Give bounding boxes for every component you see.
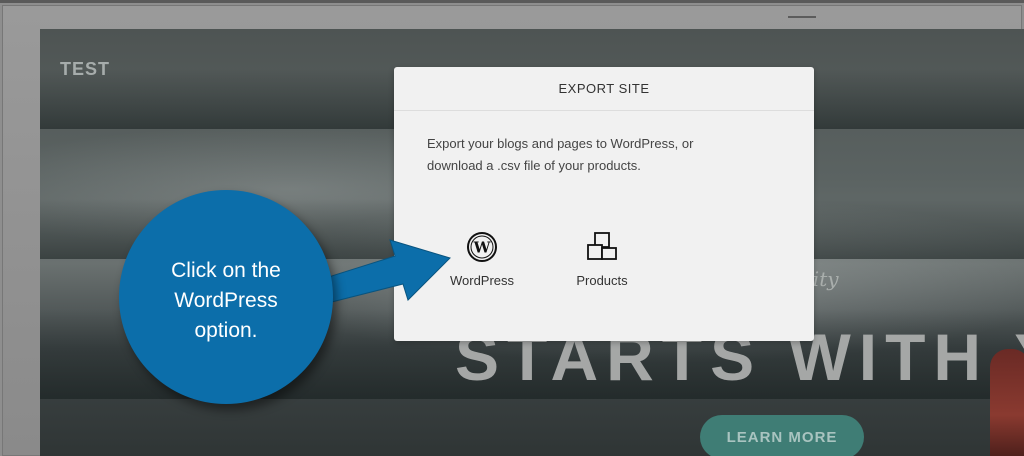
description-line-2: download a .csv file of your products.: [427, 158, 641, 173]
callout-line-2: WordPress: [174, 289, 278, 312]
callout-line-1: Click on the: [171, 259, 281, 282]
wordpress-icon: W: [467, 232, 497, 262]
site-title[interactable]: TEST: [60, 59, 110, 80]
menu-icon[interactable]: [788, 16, 816, 18]
svg-text:W: W: [473, 239, 492, 257]
products-icon: [587, 232, 617, 260]
products-option-label: Products: [576, 273, 628, 288]
dialog-description: Export your blogs and pages to WordPress…: [427, 133, 767, 177]
description-line-1: Export your blogs and pages to WordPress…: [427, 136, 694, 151]
products-option[interactable]: Products: [547, 231, 657, 288]
hiker-figure: [990, 349, 1024, 456]
dialog-title: EXPORT SITE: [394, 67, 814, 111]
frame-top-bar: [0, 0, 1024, 3]
instruction-callout: Click on the WordPress option.: [119, 190, 333, 404]
learn-more-button[interactable]: LEARN MORE: [700, 415, 864, 456]
callout-line-3: option.: [194, 319, 258, 342]
callout-text: Click on the WordPress option.: [119, 256, 333, 346]
